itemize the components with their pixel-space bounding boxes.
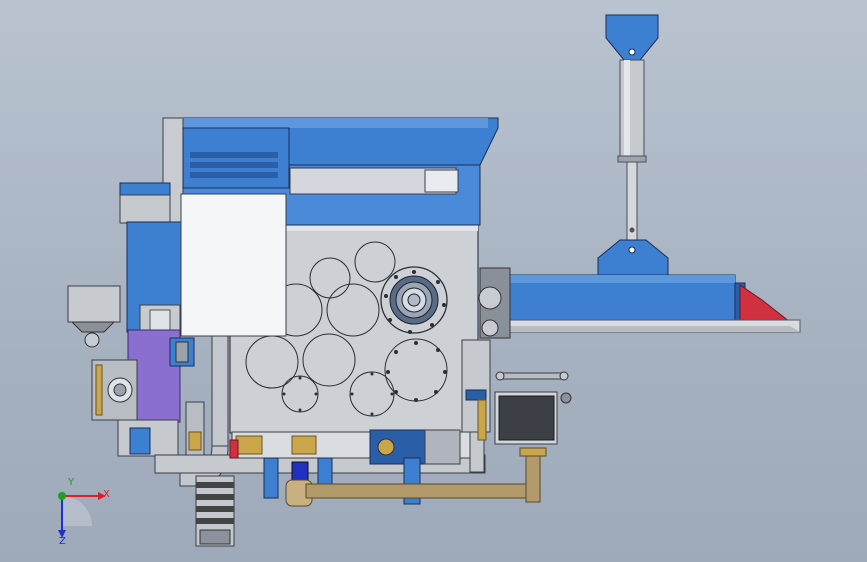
vent-cover — [182, 127, 290, 189]
bottom-motor — [195, 475, 235, 547]
top-housing — [119, 117, 499, 229]
white-panel — [180, 193, 287, 337]
y-axis-label: Y — [67, 477, 75, 488]
hydraulic-arm — [597, 14, 669, 313]
coordinate-triad: X Y Z — [58, 477, 110, 547]
cad-viewport[interactable]: X Y Z — [0, 0, 867, 562]
horizontal-beam — [478, 267, 801, 339]
x-axis-label: X — [103, 489, 110, 500]
control-screen — [494, 391, 558, 445]
y-axis-dot — [58, 492, 66, 500]
z-axis-label: Z — [59, 536, 66, 547]
